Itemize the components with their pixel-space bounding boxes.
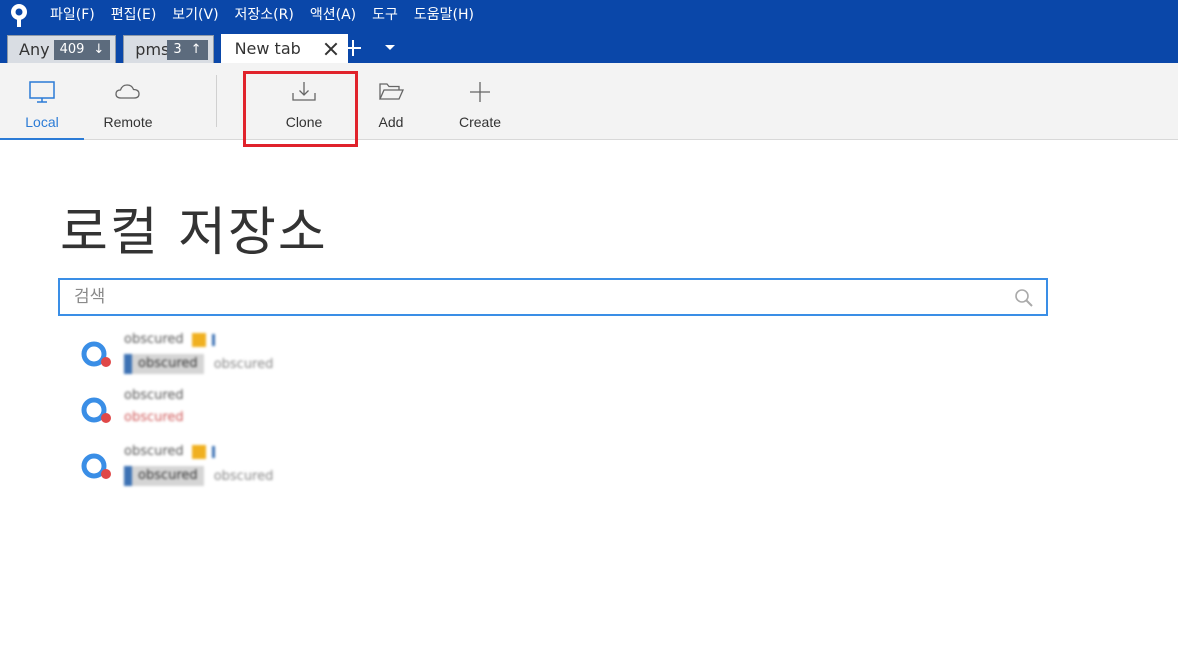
plus-icon: [466, 79, 494, 105]
search-input[interactable]: [74, 286, 1004, 308]
arrow-up-icon: ↑: [190, 41, 202, 57]
close-icon[interactable]: [323, 41, 339, 57]
cloud-icon: [114, 79, 142, 105]
tab-label: New tab: [234, 39, 301, 58]
repository-name: obscured: [124, 444, 215, 459]
tab-strip: Any 409 ↓ pms 3 ↑ New tab: [0, 34, 348, 63]
menu-file[interactable]: 파일(F): [44, 0, 103, 30]
download-icon: [290, 79, 318, 105]
tab-label: pms: [135, 40, 170, 59]
title-bar: 파일(F) 편집(E) 보기(V) 저장소(R) 액션(A) 도구 도움말(H)…: [0, 0, 1178, 63]
local-button[interactable]: Local: [0, 63, 84, 140]
search-box: [58, 278, 1048, 316]
page-title: 로컬 저장소: [60, 203, 328, 263]
create-button[interactable]: Create: [440, 63, 520, 140]
clone-button[interactable]: Clone: [258, 63, 350, 140]
menu-bar: 파일(F) 편집(E) 보기(V) 저장소(R) 액션(A) 도구 도움말(H): [44, 0, 482, 30]
sourcetree-logo-icon: [11, 4, 27, 27]
branch-badge: obscured: [124, 466, 204, 486]
tab-pms[interactable]: pms 3 ↑: [123, 35, 214, 63]
list-item[interactable]: obscured obscured obscured: [80, 332, 680, 388]
add-tab-icon[interactable]: [343, 38, 363, 58]
arrow-down-icon: ↓: [93, 41, 105, 57]
chevron-down-icon[interactable]: [385, 45, 395, 50]
folder-open-icon: [377, 79, 405, 105]
repository-icon: [81, 453, 111, 479]
tab-badge: 409 ↓: [53, 39, 111, 60]
menu-edit[interactable]: 편집(E): [103, 0, 165, 30]
repository-name: obscured: [124, 332, 215, 347]
toolbar: Local Remote Clone Add Create: [0, 63, 1178, 140]
tab-count: 3: [173, 41, 182, 57]
menu-help[interactable]: 도움말(H): [406, 0, 482, 30]
search-icon[interactable]: [1014, 288, 1034, 308]
local-label: Local: [25, 114, 59, 130]
tab-count: 409: [59, 41, 85, 57]
repository-name: obscured: [124, 388, 184, 403]
menu-repository[interactable]: 저장소(R): [227, 0, 302, 30]
repository-list: obscured obscured obscured obscured obsc…: [80, 332, 680, 500]
clone-label: Clone: [285, 114, 323, 130]
repository-status: obscured: [124, 410, 184, 425]
repository-status: obscured obscured: [124, 354, 273, 374]
menu-view[interactable]: 보기(V): [164, 0, 226, 30]
create-label: Create: [458, 114, 502, 130]
repository-icon: [81, 341, 111, 367]
add-label: Add: [378, 114, 404, 130]
remote-label: Remote: [103, 114, 153, 130]
list-item[interactable]: obscured obscured obscured: [80, 444, 680, 500]
tab-any[interactable]: Any 409 ↓: [7, 35, 117, 63]
repository-status: obscured obscured: [124, 466, 273, 486]
toolbar-divider: [216, 75, 217, 127]
remote-button[interactable]: Remote: [88, 63, 168, 140]
tab-badge: 3 ↑: [167, 39, 208, 60]
menu-tools[interactable]: 도구: [364, 0, 406, 30]
monitor-icon: [28, 79, 56, 105]
branch-badge: obscured: [124, 354, 204, 374]
menu-actions[interactable]: 액션(A): [302, 0, 364, 30]
repository-icon: [81, 397, 111, 423]
tab-label: Any: [19, 40, 50, 59]
add-button[interactable]: Add: [358, 63, 424, 140]
tab-new[interactable]: New tab: [220, 34, 348, 63]
list-item[interactable]: obscured obscured: [80, 388, 680, 444]
